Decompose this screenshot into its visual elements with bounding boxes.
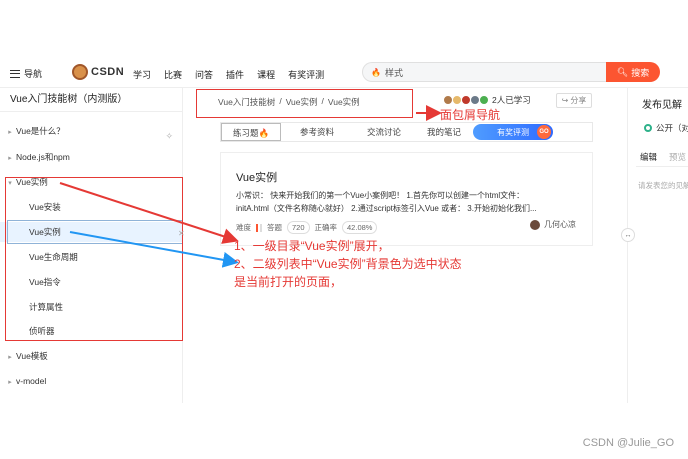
annotation-breadcrumb: 面包屑导航 bbox=[440, 108, 501, 122]
annotation-arrows bbox=[59, 105, 442, 268]
annotation-line-2: 2、二级列表中“Vue实例”背景色为选中状态 bbox=[234, 257, 462, 271]
arrow-to-selected bbox=[69, 231, 239, 268]
annotation-line-3: 是当前打开的页面， bbox=[234, 275, 343, 289]
watermark: CSDN @Julie_GO bbox=[582, 437, 674, 449]
annotation-line-1: 1、一级目录“Vue实例”展开， bbox=[234, 239, 390, 253]
arrow-to-tree bbox=[59, 182, 239, 244]
